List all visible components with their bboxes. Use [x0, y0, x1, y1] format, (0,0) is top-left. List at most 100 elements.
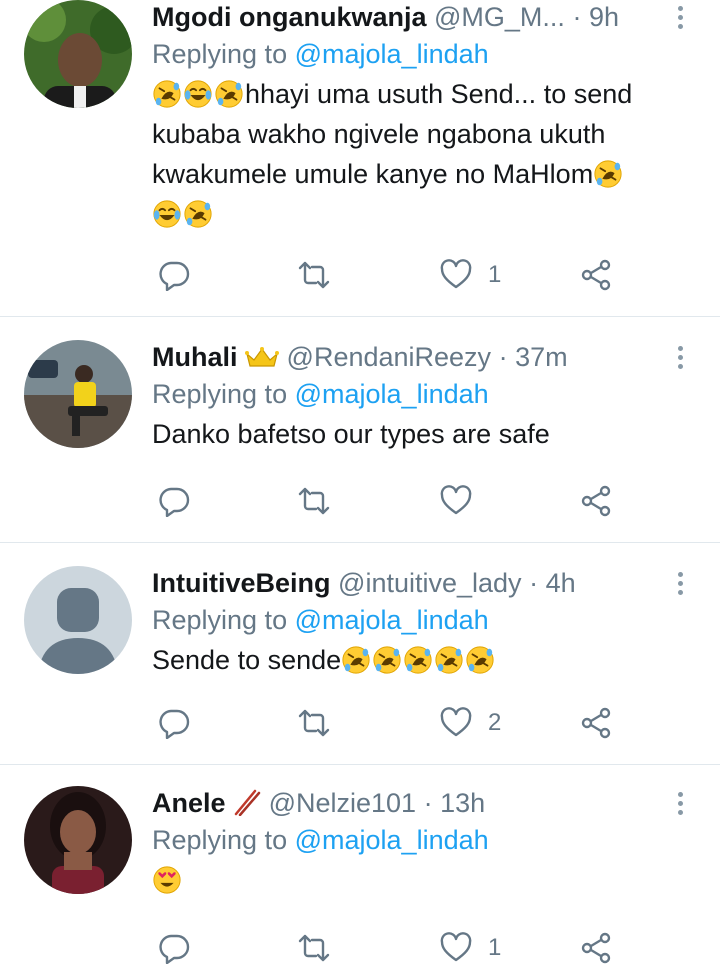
chopsticks-icon: [234, 789, 261, 817]
share-icon: [580, 485, 612, 517]
tweet-text-line: hhayi uma usuth Send... to send: [245, 79, 633, 109]
tweet-actions: 1: [152, 928, 622, 968]
tweet-card[interactable]: Mgodi onganukwanja @MG_M... · 9h Replyin…: [0, 0, 720, 317]
tweet-actions: [152, 481, 622, 521]
display-name[interactable]: Anele: [152, 788, 226, 818]
timestamp[interactable]: 37m: [515, 342, 568, 372]
heart-eyes-emoji: [152, 865, 182, 895]
tweet-actions: 1: [152, 255, 622, 295]
tweet-text: hhayi uma usuth Send... to send kubaba w…: [152, 74, 660, 234]
tweet-text-line: Danko bafetso our types are safe: [152, 419, 550, 449]
rolling-on-floor-laughing-emoji: [593, 159, 623, 189]
tweet-header: Anele @Nelzie101 · 13h: [152, 786, 660, 820]
like-button[interactable]: 1: [440, 255, 501, 295]
more-vertical-icon[interactable]: [670, 568, 690, 602]
separator: ·: [423, 788, 433, 818]
tweet-text-line: kwakumele umule kanye no MaHlom: [152, 159, 594, 189]
avatar[interactable]: [24, 786, 132, 894]
replying-to: Replying to @majola_lindah: [152, 34, 660, 74]
like-count: 2: [488, 709, 502, 736]
comment-icon: [158, 707, 190, 739]
tweet-header: Muhali @RendaniReezy · 37m: [152, 340, 660, 374]
retweet-icon: [298, 259, 330, 291]
avatar[interactable]: [24, 0, 132, 108]
share-button[interactable]: [580, 255, 612, 295]
replying-to-label: Replying to: [152, 379, 288, 409]
face-with-tears-of-joy-emoji: [183, 79, 213, 109]
retweet-button[interactable]: [298, 255, 330, 295]
like-button[interactable]: 1: [440, 928, 501, 968]
rolling-on-floor-laughing-emoji: [341, 645, 371, 675]
share-icon: [580, 707, 612, 739]
mention-link[interactable]: @majola_lindah: [295, 379, 489, 409]
rolling-on-floor-laughing-emoji: [434, 645, 464, 675]
heart-icon: [440, 259, 472, 291]
retweet-icon: [298, 932, 330, 964]
heart-icon: [440, 707, 472, 739]
tweet-header: Mgodi onganukwanja @MG_M... · 9h: [152, 0, 660, 34]
replying-to-label: Replying to: [152, 825, 288, 855]
share-button[interactable]: [580, 928, 612, 968]
replying-to-label: Replying to: [152, 39, 288, 69]
rolling-on-floor-laughing-emoji: [214, 79, 244, 109]
share-button[interactable]: [580, 481, 612, 521]
retweet-button[interactable]: [298, 481, 330, 521]
tweet-card[interactable]: IntuitiveBeing @intuitive_lady · 4h Repl…: [0, 542, 720, 765]
tweet-card[interactable]: Anele @Nelzie101 · 13h Replying to @majo…: [0, 764, 720, 967]
retweet-button[interactable]: [298, 703, 330, 743]
rolling-on-floor-laughing-emoji: [465, 645, 495, 675]
replying-to: Replying to @majola_lindah: [152, 820, 660, 860]
user-handle[interactable]: @intuitive_lady: [338, 568, 522, 598]
mention-link[interactable]: @majola_lindah: [295, 605, 489, 635]
timestamp[interactable]: 9h: [589, 2, 619, 32]
timestamp[interactable]: 4h: [546, 568, 576, 598]
mention-link[interactable]: @majola_lindah: [295, 39, 489, 69]
display-name[interactable]: Mgodi onganukwanja: [152, 2, 427, 32]
replying-to: Replying to @majola_lindah: [152, 600, 660, 640]
heart-icon: [440, 932, 472, 964]
display-name[interactable]: Muhali: [152, 342, 238, 372]
tweet-actions: 2: [152, 703, 622, 743]
more-vertical-icon[interactable]: [670, 342, 690, 376]
retweet-icon: [298, 485, 330, 517]
rolling-on-floor-laughing-emoji: [372, 645, 402, 675]
rolling-on-floor-laughing-emoji: [183, 199, 213, 229]
user-handle[interactable]: @MG_M...: [434, 2, 565, 32]
separator: ·: [498, 342, 508, 372]
rolling-on-floor-laughing-emoji: [403, 645, 433, 675]
share-icon: [580, 259, 612, 291]
comment-icon: [158, 932, 190, 964]
share-icon: [580, 932, 612, 964]
like-count: 1: [488, 261, 502, 288]
more-vertical-icon[interactable]: [670, 2, 690, 36]
face-with-tears-of-joy-emoji: [152, 199, 182, 229]
display-name[interactable]: IntuitiveBeing: [152, 568, 331, 598]
like-button[interactable]: 2: [440, 703, 501, 743]
reply-button[interactable]: [158, 928, 190, 968]
share-button[interactable]: [580, 703, 612, 743]
mention-link[interactable]: @majola_lindah: [295, 825, 489, 855]
separator: ·: [529, 568, 539, 598]
reply-button[interactable]: [158, 255, 190, 295]
reply-button[interactable]: [158, 703, 190, 743]
comment-icon: [158, 259, 190, 291]
user-handle[interactable]: @Nelzie101: [269, 788, 417, 818]
like-button[interactable]: [440, 481, 488, 521]
timestamp[interactable]: 13h: [440, 788, 485, 818]
avatar[interactable]: [24, 340, 132, 448]
user-handle[interactable]: @RendaniReezy: [287, 342, 492, 372]
comment-icon: [158, 485, 190, 517]
crown-icon: [245, 347, 280, 367]
tweet-text: [152, 860, 660, 900]
tweet-card[interactable]: Muhali @RendaniReezy · 37m Replying to @…: [0, 316, 720, 543]
separator: ·: [572, 2, 582, 32]
reply-button[interactable]: [158, 481, 190, 521]
avatar[interactable]: [24, 566, 132, 674]
tweet-text-line: kubaba wakho ngivele ngabona ukuth: [152, 119, 606, 149]
replying-to: Replying to @majola_lindah: [152, 374, 660, 414]
like-count: 1: [488, 934, 502, 961]
tweet-text: Danko bafetso our types are safe: [152, 414, 660, 454]
replying-to-label: Replying to: [152, 605, 288, 635]
more-vertical-icon[interactable]: [670, 788, 690, 822]
retweet-button[interactable]: [298, 928, 330, 968]
